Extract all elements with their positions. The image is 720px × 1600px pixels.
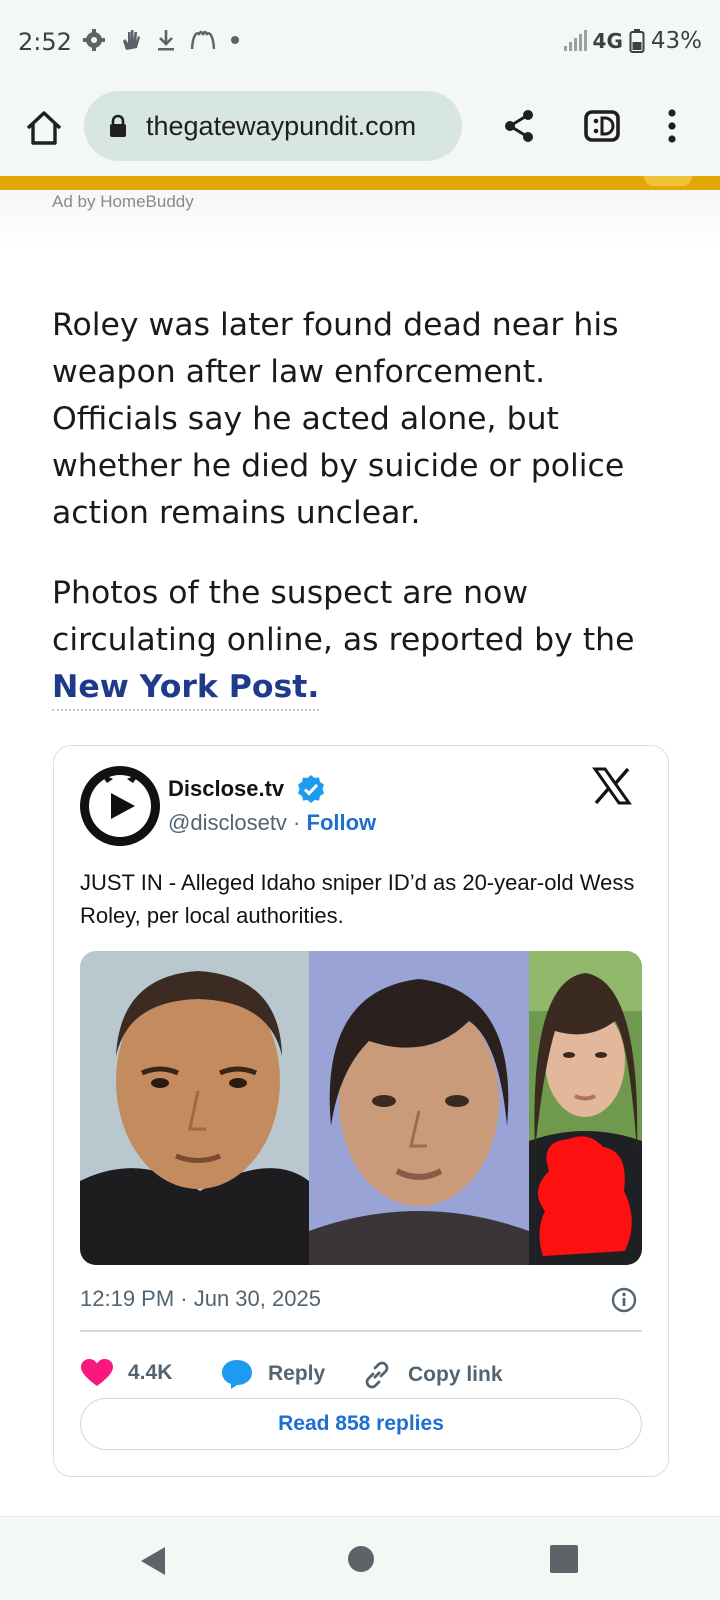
- home-button[interactable]: [22, 106, 66, 150]
- ad-banner-tab[interactable]: [644, 176, 692, 186]
- suspect-photo-3: [529, 951, 642, 1265]
- info-icon[interactable]: [610, 1286, 638, 1314]
- mcdonalds-icon: [190, 30, 216, 50]
- battery-percent: 43%: [650, 28, 702, 54]
- signal-icon: [563, 30, 587, 51]
- tweet-actions: 4.4K Reply Copy link: [80, 1358, 642, 1394]
- share-button[interactable]: [498, 104, 542, 148]
- divider: [80, 1330, 642, 1332]
- network-type: 4G: [592, 29, 623, 53]
- copy-link-label: Copy link: [408, 1363, 503, 1386]
- more-menu-button[interactable]: [652, 104, 692, 148]
- url-text: thegatewaypundit.com: [146, 110, 417, 141]
- system-nav-bar: [0, 1516, 720, 1600]
- reply-bubble-icon: [222, 1360, 252, 1389]
- embedded-tweet: Disclose.tv @disclosetv · Follow JUST IN…: [53, 745, 669, 1477]
- play-logo-icon: [89, 773, 151, 837]
- hand-icon: [123, 30, 140, 50]
- tweet-timestamp[interactable]: 12:19 PM · Jun 30, 2025: [80, 1286, 321, 1312]
- share-icon: [505, 110, 533, 142]
- back-icon[interactable]: [138, 1545, 168, 1577]
- author-name[interactable]: Disclose.tv: [168, 776, 284, 802]
- avatar[interactable]: [80, 766, 160, 846]
- reply-label: Reply: [268, 1362, 326, 1385]
- follow-button[interactable]: Follow: [307, 810, 377, 835]
- lock-icon: [110, 114, 126, 137]
- more-vert-icon: [668, 109, 676, 143]
- article-paragraph: Photos of the suspect are now circulatin…: [52, 570, 672, 711]
- tweet-media[interactable]: [80, 951, 642, 1265]
- battery-icon: [629, 29, 645, 53]
- status-time: 2:52: [18, 28, 72, 56]
- tab-switcher-button[interactable]: [580, 104, 624, 148]
- article-paragraph: Roley was later found dead near his weap…: [52, 307, 625, 531]
- dot-icon: [231, 36, 239, 44]
- suspect-photo-1: [80, 951, 309, 1265]
- ad-banner-stripe[interactable]: [0, 176, 720, 190]
- tweet-text: JUST IN - Alleged Idaho sniper ID’d as 2…: [80, 870, 635, 928]
- download-icon: [158, 30, 174, 51]
- tab-switcher-icon: [584, 110, 620, 142]
- gear-icon: [83, 29, 105, 51]
- like-button[interactable]: 4.4K: [80, 1358, 172, 1388]
- copy-link-button[interactable]: Copy link: [360, 1358, 503, 1392]
- read-replies-button[interactable]: Read 858 replies: [80, 1398, 642, 1450]
- status-system-icons: 4G 43%: [563, 28, 702, 54]
- link-icon: [365, 1361, 389, 1389]
- x-logo-icon[interactable]: [592, 766, 632, 806]
- home-icon: [26, 111, 62, 145]
- status-bar: 2:52 4G 43%: [0, 0, 720, 88]
- heart-icon: [81, 1359, 113, 1386]
- address-bar[interactable]: thegatewaypundit.com: [84, 91, 462, 161]
- like-count: 4.4K: [128, 1361, 173, 1384]
- recent-apps-icon[interactable]: [550, 1545, 578, 1573]
- suspect-photo-2: [309, 951, 529, 1265]
- status-notification-icons: [82, 28, 240, 52]
- new-york-post-link[interactable]: New York Post.: [52, 669, 320, 711]
- home-nav-icon[interactable]: [347, 1545, 375, 1573]
- author-handle[interactable]: @disclosetv: [168, 810, 287, 835]
- reply-button[interactable]: Reply: [220, 1358, 325, 1390]
- author-handle-line: @disclosetv · Follow: [168, 810, 376, 836]
- verified-badge-icon: [298, 775, 324, 803]
- article-paragraph-text: Photos of the suspect are now circulatin…: [52, 575, 635, 658]
- ad-label: Ad by HomeBuddy: [52, 192, 194, 211]
- browser-toolbar: thegatewaypundit.com: [0, 88, 720, 176]
- handle-separator: ·: [286, 810, 307, 835]
